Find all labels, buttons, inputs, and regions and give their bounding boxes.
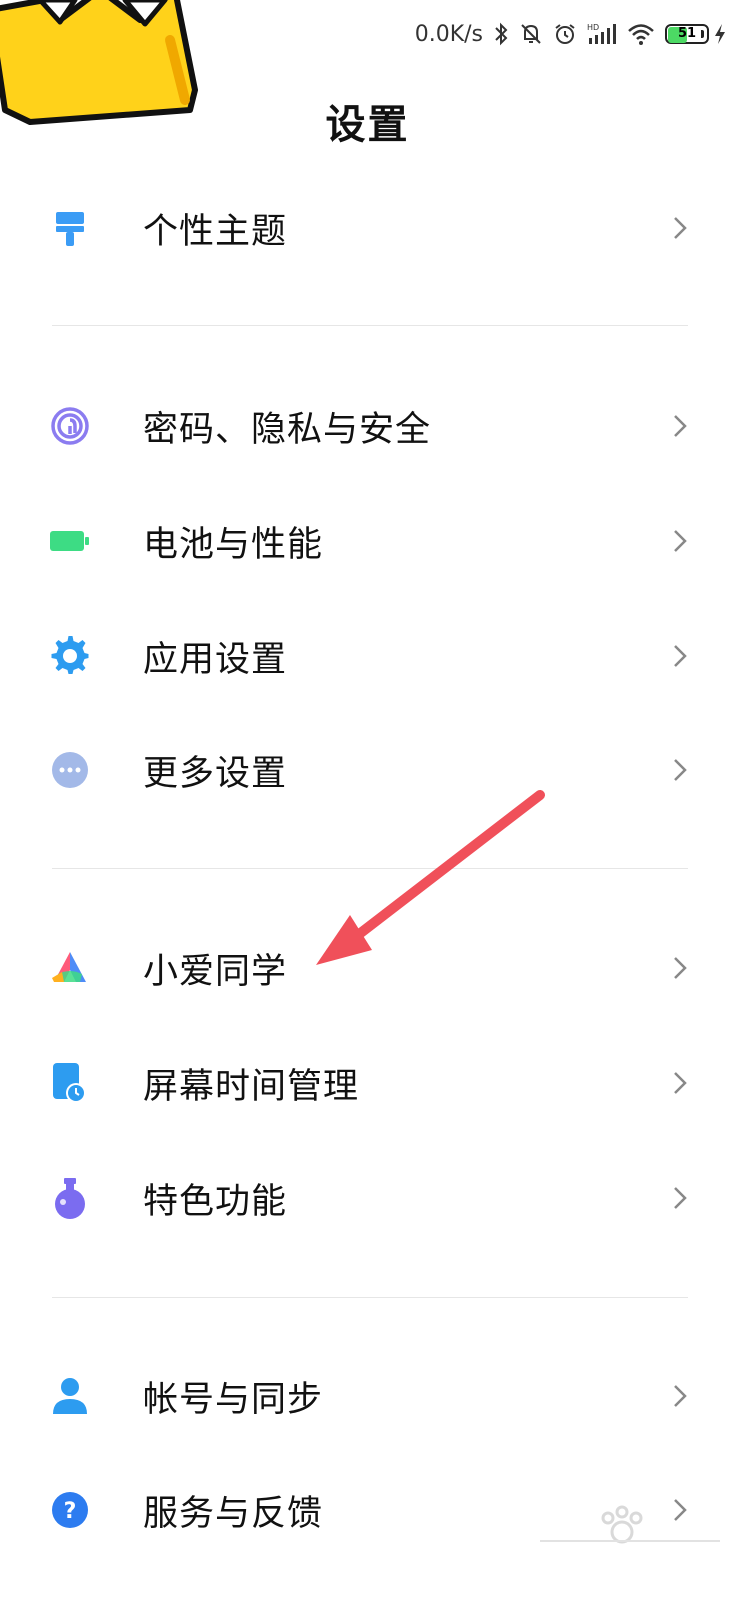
setting-label: 特色功能 xyxy=(143,1181,288,1222)
setting-label: 服务与反馈 xyxy=(143,1493,324,1534)
divider xyxy=(52,1297,688,1298)
chevron-right-icon xyxy=(668,953,692,983)
setting-item-more-settings[interactable]: 更多设置 xyxy=(0,720,750,820)
chevron-right-icon xyxy=(668,641,692,671)
alarm-icon xyxy=(553,22,577,46)
mute-icon xyxy=(519,22,543,46)
status-bar: 0.0K/s HD 51 xyxy=(415,14,726,54)
setting-item-service-feedback[interactable]: ? 服务与反馈 xyxy=(0,1460,750,1560)
xiaoai-icon xyxy=(50,948,90,988)
chevron-right-icon xyxy=(668,755,692,785)
gear-icon xyxy=(50,636,90,676)
setting-label: 小爱同学 xyxy=(143,951,288,992)
chevron-right-icon xyxy=(668,526,692,556)
setting-label: 应用设置 xyxy=(143,639,288,680)
setting-item-screen-time[interactable]: 屏幕时间管理 xyxy=(0,1033,750,1133)
battery-indicator: 51 xyxy=(665,24,709,44)
divider xyxy=(52,325,688,326)
setting-item-privacy-security[interactable]: 密码、隐私与安全 xyxy=(0,376,750,476)
setting-label: 密码、隐私与安全 xyxy=(143,409,432,450)
svg-text:?: ? xyxy=(64,1499,77,1524)
chevron-right-icon xyxy=(668,1183,692,1213)
chevron-right-icon xyxy=(668,1495,692,1525)
setting-item-xiaoai[interactable]: 小爱同学 xyxy=(0,918,750,1018)
setting-label: 更多设置 xyxy=(143,753,288,794)
hd-signal-icon: HD xyxy=(587,22,617,46)
bluetooth-icon xyxy=(493,22,509,46)
battery-icon xyxy=(50,521,90,561)
account-icon xyxy=(50,1376,90,1416)
chevron-right-icon xyxy=(668,1381,692,1411)
setting-label: 电池与性能 xyxy=(143,524,324,565)
help-icon: ? xyxy=(50,1490,90,1530)
setting-item-app-settings[interactable]: 应用设置 xyxy=(0,606,750,706)
more-dots-icon xyxy=(50,750,90,790)
divider xyxy=(52,868,688,869)
setting-label: 个性主题 xyxy=(143,211,288,252)
chevron-right-icon xyxy=(668,411,692,441)
setting-item-theme[interactable]: 个性主题 xyxy=(0,178,750,278)
setting-label: 屏幕时间管理 xyxy=(143,1066,360,1107)
flask-icon xyxy=(50,1178,90,1219)
fingerprint-icon xyxy=(50,406,90,446)
page-title: 设置 xyxy=(325,102,410,148)
battery-level: 51 xyxy=(677,26,697,41)
setting-item-features[interactable]: 特色功能 xyxy=(0,1148,750,1248)
charging-icon xyxy=(714,23,726,45)
screen-time-icon xyxy=(50,1063,90,1103)
setting-label: 帐号与同步 xyxy=(143,1379,324,1420)
wifi-icon xyxy=(627,22,655,46)
net-speed: 0.0K/s xyxy=(414,21,483,47)
theme-brush-icon xyxy=(50,208,90,248)
chevron-right-icon xyxy=(668,1068,692,1098)
svg-text:HD: HD xyxy=(587,23,599,32)
setting-item-battery-performance[interactable]: 电池与性能 xyxy=(0,491,750,591)
setting-item-account-sync[interactable]: 帐号与同步 xyxy=(0,1346,750,1446)
chevron-right-icon xyxy=(668,213,692,243)
